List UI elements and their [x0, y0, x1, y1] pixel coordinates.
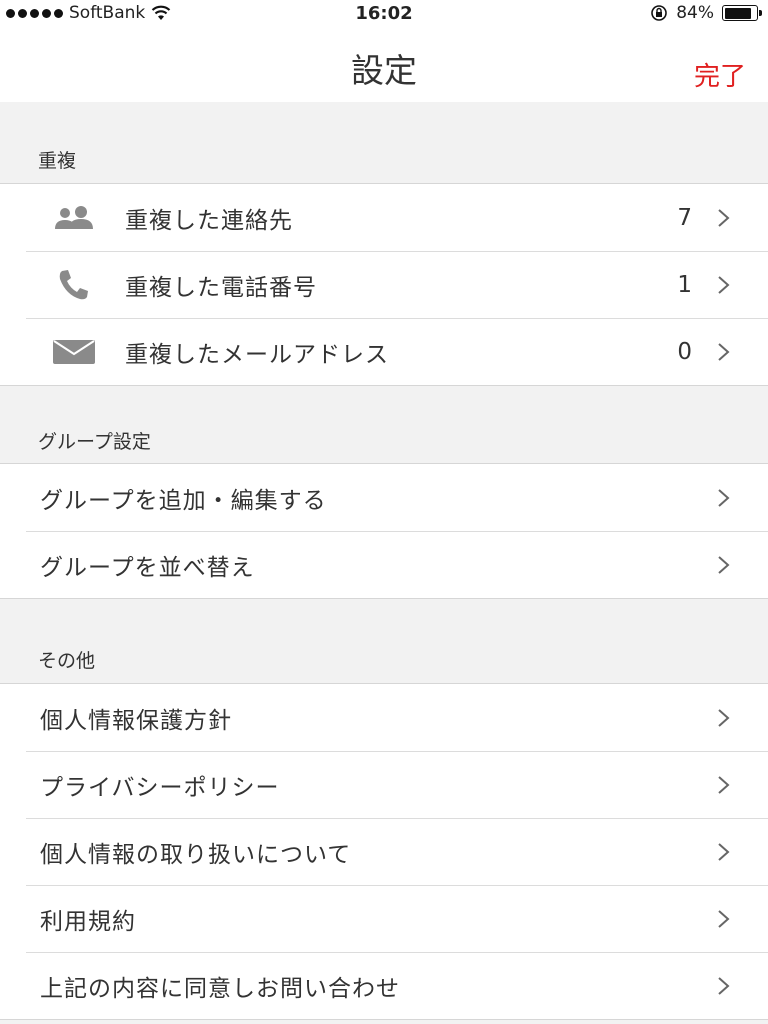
status-right: 84%: [650, 3, 762, 23]
page-title: 設定: [351, 51, 417, 90]
row-privacy-policy[interactable]: プライバシーポリシー: [0, 751, 768, 818]
row-label: 個人情報保護方針: [40, 707, 232, 734]
row-count: 0: [677, 338, 692, 365]
row-duplicate-phone-numbers[interactable]: 重複した電話番号 1: [0, 251, 768, 318]
chevron-right-icon: [718, 842, 730, 861]
envelope-icon: [50, 334, 98, 370]
group-duplicates: 重複した連絡先 7 重複した電話番号 1 重複したメールアドレス 0: [0, 183, 768, 386]
section-header-group-settings: グループ設定: [38, 431, 151, 453]
row-terms-of-use[interactable]: 利用規約: [0, 885, 768, 952]
section-header-duplicates: 重複: [38, 150, 77, 172]
chevron-right-icon: [718, 342, 730, 361]
row-add-edit-group[interactable]: グループを追加・編集する: [0, 464, 768, 531]
chevron-right-icon: [718, 275, 730, 294]
row-reorder-groups[interactable]: グループを並べ替え: [0, 531, 768, 598]
battery-level: [724, 7, 751, 19]
row-duplicate-emails[interactable]: 重複したメールアドレス 0: [0, 318, 768, 385]
row-label: 利用規約: [40, 908, 136, 935]
group-group-settings: グループを追加・編集する グループを並べ替え: [0, 463, 768, 599]
done-button[interactable]: 完了: [694, 56, 746, 93]
row-label: 個人情報の取り扱いについて: [40, 841, 352, 868]
row-duplicate-contacts[interactable]: 重複した連絡先 7: [0, 184, 768, 251]
nav-bar: 設定 完了: [0, 30, 768, 102]
row-label: 上記の内容に同意しお問い合わせ: [40, 975, 400, 1002]
chevron-right-icon: [718, 208, 730, 227]
chevron-right-icon: [718, 555, 730, 574]
chevron-right-icon: [718, 976, 730, 995]
row-label: グループを並べ替え: [40, 554, 255, 581]
row-count: 7: [677, 204, 692, 231]
row-label: グループを追加・編集する: [40, 487, 327, 514]
battery-percent: 84%: [676, 3, 714, 23]
phone-icon: [50, 267, 98, 303]
section-header-other: その他: [38, 650, 96, 672]
row-agree-and-contact[interactable]: 上記の内容に同意しお問い合わせ: [0, 952, 768, 1019]
battery-icon: [722, 5, 762, 21]
status-bar: SoftBank 16:02 84%: [0, 0, 768, 30]
rotation-lock-icon: [651, 5, 668, 21]
row-personal-info-handling[interactable]: 個人情報の取り扱いについて: [0, 818, 768, 885]
chevron-right-icon: [718, 909, 730, 928]
row-label: 重複した電話番号: [125, 274, 317, 301]
people-icon: [50, 200, 98, 236]
row-privacy-policy-jp[interactable]: 個人情報保護方針: [0, 684, 768, 751]
group-other: 個人情報保護方針 プライバシーポリシー 個人情報の取り扱いについて 利用規約 上…: [0, 683, 768, 1020]
chevron-right-icon: [718, 708, 730, 727]
row-label: プライバシーポリシー: [40, 774, 280, 801]
chevron-right-icon: [718, 775, 730, 794]
row-label: 重複した連絡先: [125, 207, 293, 234]
row-count: 1: [677, 271, 692, 298]
chevron-right-icon: [718, 488, 730, 507]
